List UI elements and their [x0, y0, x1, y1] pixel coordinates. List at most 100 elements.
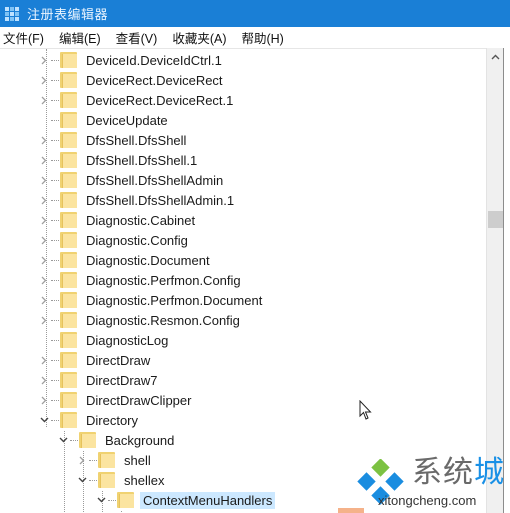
menu-help[interactable]: 帮助(H): [238, 28, 286, 47]
folder-icon: [98, 452, 115, 468]
tree-item-label: Diagnostic.Perfmon.Config: [86, 272, 241, 288]
tree-item[interactable]: Diagnostic.Document: [38, 250, 213, 270]
tree-item[interactable]: shellex: [76, 470, 167, 490]
menu-file[interactable]: 文件(F): [0, 28, 47, 47]
tree-connector: [51, 59, 59, 61]
chevron-right-icon[interactable]: [38, 250, 50, 270]
tree-connector: [38, 110, 50, 130]
tree-item[interactable]: Diagnostic.Config: [38, 230, 191, 250]
chevron-right-icon[interactable]: [38, 310, 50, 330]
chevron-right-icon[interactable]: [38, 70, 50, 90]
tree-item-label: DfsShell.DfsShell: [86, 132, 187, 148]
chevron-right-icon[interactable]: [38, 390, 50, 410]
tree-connector: [51, 99, 59, 101]
tree-item[interactable]: DirectDraw7: [38, 370, 161, 390]
tree-connector: [38, 330, 50, 350]
tree-connector: [51, 199, 59, 201]
tree-connector: [51, 259, 59, 261]
chevron-right-icon[interactable]: [38, 350, 50, 370]
tree-connector: [51, 139, 59, 141]
tree-connector: [51, 379, 59, 381]
tree-item[interactable]: DfsShell.DfsShell: [38, 130, 189, 150]
tree-item-label: DirectDraw7: [86, 372, 158, 388]
chevron-right-icon[interactable]: [38, 50, 50, 70]
tree-item[interactable]: DirectDrawClipper: [38, 390, 194, 410]
tree-item[interactable]: DfsShell.DfsShellAdmin: [38, 170, 226, 190]
watermark-text-blue: 城: [474, 456, 505, 489]
chevron-down-icon[interactable]: [57, 430, 69, 450]
menu-edit[interactable]: 编辑(E): [56, 28, 104, 47]
chevron-right-icon[interactable]: [38, 210, 50, 230]
tree-item[interactable]: DirectDraw: [38, 350, 153, 370]
tree-item[interactable]: DeviceRect.DeviceRect: [38, 70, 226, 90]
tree-item-label: DeviceId.DeviceIdCtrl.1: [86, 52, 222, 68]
tree-item[interactable]: shell: [76, 450, 154, 470]
folder-icon: [60, 292, 77, 308]
tree-item[interactable]: DeviceRect.DeviceRect.1: [38, 90, 236, 110]
tree-item[interactable]: DfsShell.DfsShellAdmin.1: [38, 190, 237, 210]
chevron-right-icon[interactable]: [38, 290, 50, 310]
folder-icon: [60, 212, 77, 228]
tree-item-label: Directory: [86, 412, 139, 428]
chevron-right-icon[interactable]: [38, 270, 50, 290]
chevron-right-icon[interactable]: [38, 150, 50, 170]
tree-item[interactable]: Diagnostic.Perfmon.Config: [38, 270, 244, 290]
vertical-scrollbar[interactable]: [486, 48, 503, 513]
folder-icon: [60, 192, 77, 208]
mouse-cursor-icon: [359, 400, 372, 420]
tree-item-label: DirectDrawClipper: [86, 392, 192, 408]
tree-item[interactable]: Diagnostic.Resmon.Config: [38, 310, 243, 330]
chevron-down-icon[interactable]: [95, 490, 107, 510]
chevron-down-icon[interactable]: [76, 470, 88, 490]
tree-item-label: DfsShell.DfsShellAdmin.1: [86, 192, 235, 208]
chevron-right-icon[interactable]: [38, 190, 50, 210]
folder-icon: [60, 312, 77, 328]
folder-icon: [60, 252, 77, 268]
tree-item[interactable]: DiagnosticLog: [38, 330, 171, 350]
folder-icon: [60, 332, 77, 348]
chevron-right-icon[interactable]: [38, 90, 50, 110]
chevron-right-icon[interactable]: [38, 230, 50, 250]
tree-item[interactable]: Background: [57, 430, 177, 450]
title-bar: 注册表编辑器: [0, 0, 510, 27]
chevron-down-icon[interactable]: [38, 410, 50, 430]
tree-item[interactable]: Diagnostic.Cabinet: [38, 210, 198, 230]
tree-connector: [51, 179, 59, 181]
tree-connector: [89, 479, 97, 481]
watermark-url: xitongcheng.com: [378, 493, 477, 508]
chevron-right-icon[interactable]: [38, 170, 50, 190]
tree-item[interactable]: Diagnostic.Perfmon.Document: [38, 290, 265, 310]
tree-item-label: Diagnostic.Document: [86, 252, 210, 268]
tree-item[interactable]: DfsShell.DfsShell.1: [38, 150, 200, 170]
tree-connector: [51, 219, 59, 221]
tree-item[interactable]: Directory: [38, 410, 141, 430]
folder-icon: [117, 492, 134, 508]
watermark-text-gray: 系统: [412, 456, 474, 489]
tree-item[interactable]: DeviceId.DeviceIdCtrl.1: [38, 50, 225, 70]
tree-connector: [51, 399, 59, 401]
tree-item-label: Background: [105, 432, 175, 448]
chevron-right-icon[interactable]: [38, 370, 50, 390]
menu-view[interactable]: 查看(V): [113, 28, 161, 47]
registry-tree[interactable]: DeviceId.DeviceIdCtrl.1 DeviceRect.Device…: [0, 48, 486, 513]
tree-item-label: DeviceRect.DeviceRect: [86, 72, 223, 88]
tree-item-label: Diagnostic.Cabinet: [86, 212, 196, 228]
tree-item-label: shellex: [124, 472, 165, 488]
chevron-right-icon[interactable]: [76, 450, 88, 470]
tree-item-label: Diagnostic.Config: [86, 232, 188, 248]
folder-icon: [60, 232, 77, 248]
tree-connector: [108, 499, 116, 501]
tree-connector: [51, 319, 59, 321]
folder-icon: [60, 372, 77, 388]
window-title: 注册表编辑器: [27, 7, 109, 22]
scroll-thumb[interactable]: [488, 211, 503, 228]
folder-icon: [60, 352, 77, 368]
tree-item[interactable]: ContextMenuHandlers: [95, 490, 276, 510]
tree-item[interactable]: DeviceUpdate: [38, 110, 171, 130]
chevron-right-icon[interactable]: [38, 130, 50, 150]
tree-connector: [89, 459, 97, 461]
scroll-up-button[interactable]: [487, 48, 504, 65]
menu-favorites[interactable]: 收藏夹(A): [169, 28, 229, 47]
tree-connector: [51, 339, 59, 341]
tree-connector: [51, 279, 59, 281]
